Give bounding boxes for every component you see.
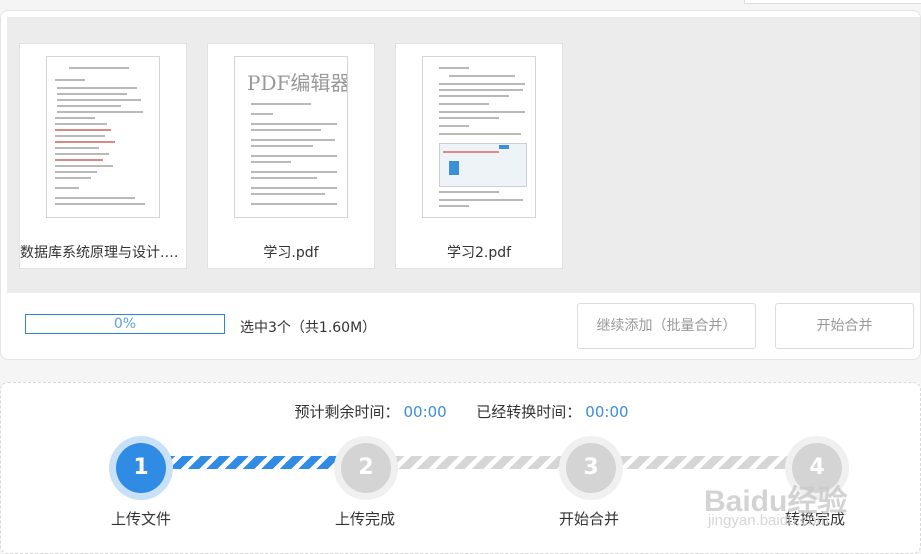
pdf-thumbnail	[422, 56, 536, 218]
step-number: 2	[341, 443, 391, 493]
file-name: 学习.pdf	[263, 245, 319, 261]
file-list-panel: 数据库系统原理与设计.p... PDF编辑器 学习.pdf 学习2.pdf 0%…	[0, 10, 921, 360]
step-number: 3	[566, 443, 616, 493]
start-merge-button[interactable]: 开始合并	[775, 303, 914, 349]
remaining-time-label: 预计剩余时间：	[294, 403, 400, 421]
step-2: 2	[334, 436, 398, 500]
step-1: 1	[109, 436, 173, 500]
top-tab-edge	[744, 0, 921, 4]
file-card[interactable]: 数据库系统原理与设计.p...	[19, 43, 187, 269]
file-thumbnails-area: 数据库系统原理与设计.p... PDF编辑器 学习.pdf 学习2.pdf	[7, 17, 920, 293]
progress-track-pending	[621, 456, 793, 469]
progress-track-complete	[164, 456, 344, 469]
step-label: 开始合并	[559, 510, 620, 528]
file-card[interactable]: PDF编辑器 学习.pdf	[207, 43, 375, 269]
file-name: 数据库系统原理与设计.p...	[20, 245, 186, 261]
progress-track-pending	[393, 456, 573, 469]
step-3: 3	[559, 436, 623, 500]
step-number: 1	[116, 443, 166, 493]
remaining-time-value: 00:00	[403, 403, 447, 421]
pdf-thumbnail	[46, 56, 160, 218]
file-card[interactable]: 学习2.pdf	[395, 43, 563, 269]
thumbnail-watermark: PDF编辑器	[247, 71, 348, 95]
step-label: 上传文件	[111, 510, 172, 528]
continue-add-button[interactable]: 继续添加（批量合并）	[577, 303, 756, 349]
elapsed-time-value: 00:00	[585, 403, 629, 421]
elapsed-time-label: 已经转换时间：	[476, 403, 582, 421]
progress-indicator: 0%	[25, 314, 225, 334]
step-label: 上传完成	[335, 510, 396, 528]
time-row: 预计剩余时间： 00:00 已经转换时间： 00:00	[1, 401, 921, 422]
pdf-thumbnail: PDF编辑器	[234, 56, 348, 218]
selection-summary: 选中3个（共1.60M）	[240, 320, 377, 336]
watermark-url: jingyan.baidu.com	[708, 512, 829, 529]
file-name: 学习2.pdf	[446, 245, 512, 261]
